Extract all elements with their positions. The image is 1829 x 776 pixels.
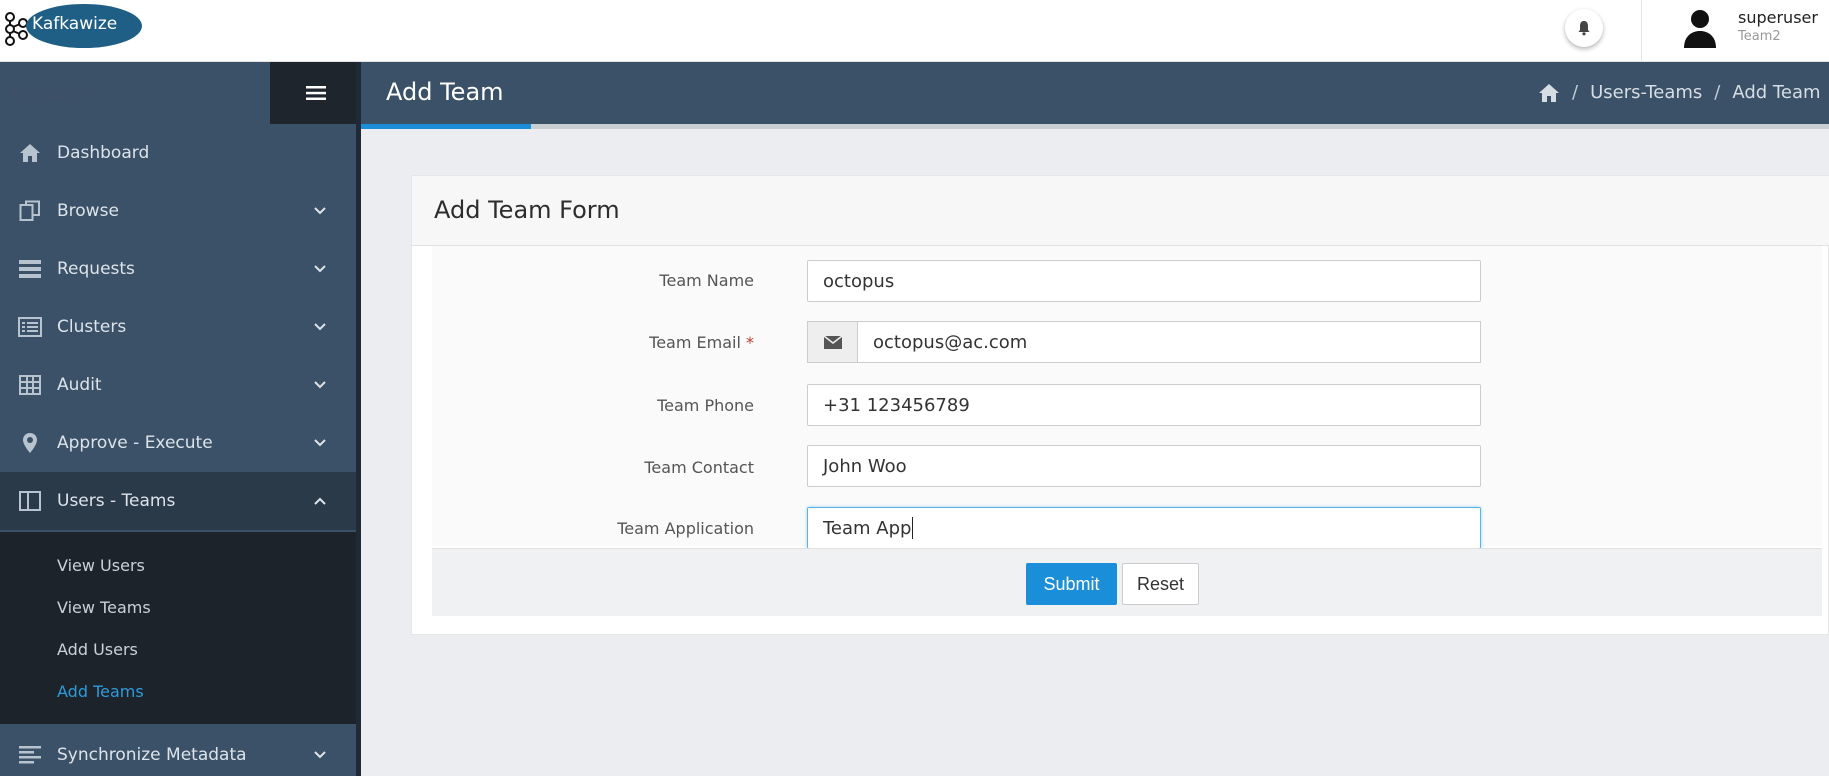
breadcrumb-users-teams[interactable]: Users-Teams xyxy=(1590,82,1702,103)
team-email-label: Team Email * xyxy=(649,333,754,352)
sidebar-item-browse[interactable]: Browse xyxy=(0,182,356,240)
chevron-down-icon xyxy=(314,207,326,215)
email-addon xyxy=(807,321,857,363)
home-icon[interactable] xyxy=(1538,83,1560,103)
team-contact-label: Team Contact xyxy=(644,458,754,477)
submenu-item-view-teams[interactable]: View Teams xyxy=(57,598,151,617)
home-icon xyxy=(18,142,42,164)
sidebar-item-approve-execute[interactable]: Approve - Execute xyxy=(0,414,356,472)
map-marker-icon xyxy=(18,432,42,454)
bell-icon xyxy=(1578,21,1590,36)
breadcrumb-add-team: Add Team xyxy=(1732,82,1821,103)
team-contact-input[interactable]: John Woo xyxy=(807,445,1481,487)
team-email-label-text: Team Email xyxy=(649,333,741,352)
sidebar-item-audit[interactable]: Audit xyxy=(0,356,356,414)
team-phone-input[interactable]: +31 123456789 xyxy=(807,384,1481,426)
sidebar-item-dashboard[interactable]: Dashboard xyxy=(0,124,356,182)
chevron-down-icon xyxy=(314,381,326,389)
submenu-item-add-teams[interactable]: Add Teams xyxy=(57,682,144,701)
header-underline xyxy=(531,124,1829,129)
hamburger-icon xyxy=(305,86,326,100)
copy-icon xyxy=(18,200,42,222)
columns-icon xyxy=(18,490,42,512)
kafka-logo-icon xyxy=(5,12,28,46)
notifications-button[interactable] xyxy=(1565,9,1603,47)
sidebar-item-label: Users - Teams xyxy=(57,491,176,511)
submenu-item-add-users[interactable]: Add Users xyxy=(57,640,138,659)
sidebar-scrollbar[interactable] xyxy=(356,62,361,776)
team-email-input[interactable]: octopus@ac.com xyxy=(857,321,1481,363)
sidebar-item-clusters[interactable]: Clusters xyxy=(0,298,356,356)
breadcrumb-separator: / xyxy=(1572,82,1579,103)
team-phone-label: Team Phone xyxy=(657,396,754,415)
text-caret xyxy=(912,517,914,539)
form-actions: Submit Reset xyxy=(432,548,1822,616)
chevron-down-icon xyxy=(314,751,326,759)
sidebar-item-label: Requests xyxy=(57,259,135,279)
header-accent-bar xyxy=(361,124,531,129)
team-name-input[interactable]: octopus xyxy=(807,260,1481,302)
user-team: Team2 xyxy=(1738,29,1781,44)
sidebar-item-label: Browse xyxy=(57,201,119,221)
chevron-down-icon xyxy=(314,265,326,273)
chevron-up-icon xyxy=(314,497,326,505)
card-header: Add Team Form xyxy=(412,176,1829,246)
users-teams-submenu: View Users View Teams Add Users Add Team… xyxy=(0,532,356,724)
navigation-label: Navigation xyxy=(5,84,97,104)
chevron-down-icon xyxy=(314,323,326,331)
sidebar-item-synchronize-metadata[interactable]: Synchronize Metadata xyxy=(0,726,356,776)
table-icon xyxy=(18,374,42,396)
sidebar-item-label: Dashboard xyxy=(57,143,150,163)
submenu-item-view-users[interactable]: View Users xyxy=(57,556,145,575)
submit-button[interactable]: Submit xyxy=(1026,563,1117,605)
form-title: Add Team Form xyxy=(434,196,620,224)
menu-toggle-button[interactable] xyxy=(270,62,361,124)
list-icon xyxy=(18,258,42,280)
user-name[interactable]: superuser xyxy=(1738,8,1818,27)
sidebar-item-label: Clusters xyxy=(57,317,127,337)
form-body: Team Name octopus Team Email * octopus@a… xyxy=(432,246,1822,549)
sidebar-item-users-teams[interactable]: Users - Teams xyxy=(0,472,356,530)
page-title: Add Team xyxy=(386,78,504,106)
reset-button[interactable]: Reset xyxy=(1122,563,1199,605)
logo-text: Kafkawize xyxy=(32,14,118,34)
add-team-form-card: Add Team Form Team Name octopus Team Ema… xyxy=(411,175,1829,635)
team-email-group: octopus@ac.com xyxy=(807,321,1481,363)
team-name-label: Team Name xyxy=(659,271,754,290)
user-avatar-icon[interactable] xyxy=(1682,8,1718,48)
sidebar-item-label: Synchronize Metadata xyxy=(57,745,247,765)
breadcrumb: / Users-Teams / Add Team xyxy=(1538,82,1821,103)
app-logo[interactable]: Kafkawize xyxy=(4,4,142,48)
chevron-down-icon xyxy=(314,439,326,447)
breadcrumb-separator: / xyxy=(1714,82,1721,103)
top-bar: Kafkawize superuser Team2 xyxy=(0,0,1829,62)
topbar-divider xyxy=(1641,0,1642,62)
sidebar-item-requests[interactable]: Requests xyxy=(0,240,356,298)
sidebar: Navigation Dashboard Browse Requests Clu… xyxy=(0,62,361,776)
align-left-icon xyxy=(18,744,42,766)
envelope-icon xyxy=(823,335,842,349)
team-application-value: Team App xyxy=(823,517,912,539)
team-application-label: Team Application xyxy=(617,519,754,538)
clusters-icon xyxy=(18,316,42,338)
sidebar-item-label: Approve - Execute xyxy=(57,433,213,453)
team-application-input[interactable]: Team App xyxy=(807,507,1481,549)
sidebar-item-label: Audit xyxy=(57,375,102,395)
required-mark: * xyxy=(746,333,754,352)
